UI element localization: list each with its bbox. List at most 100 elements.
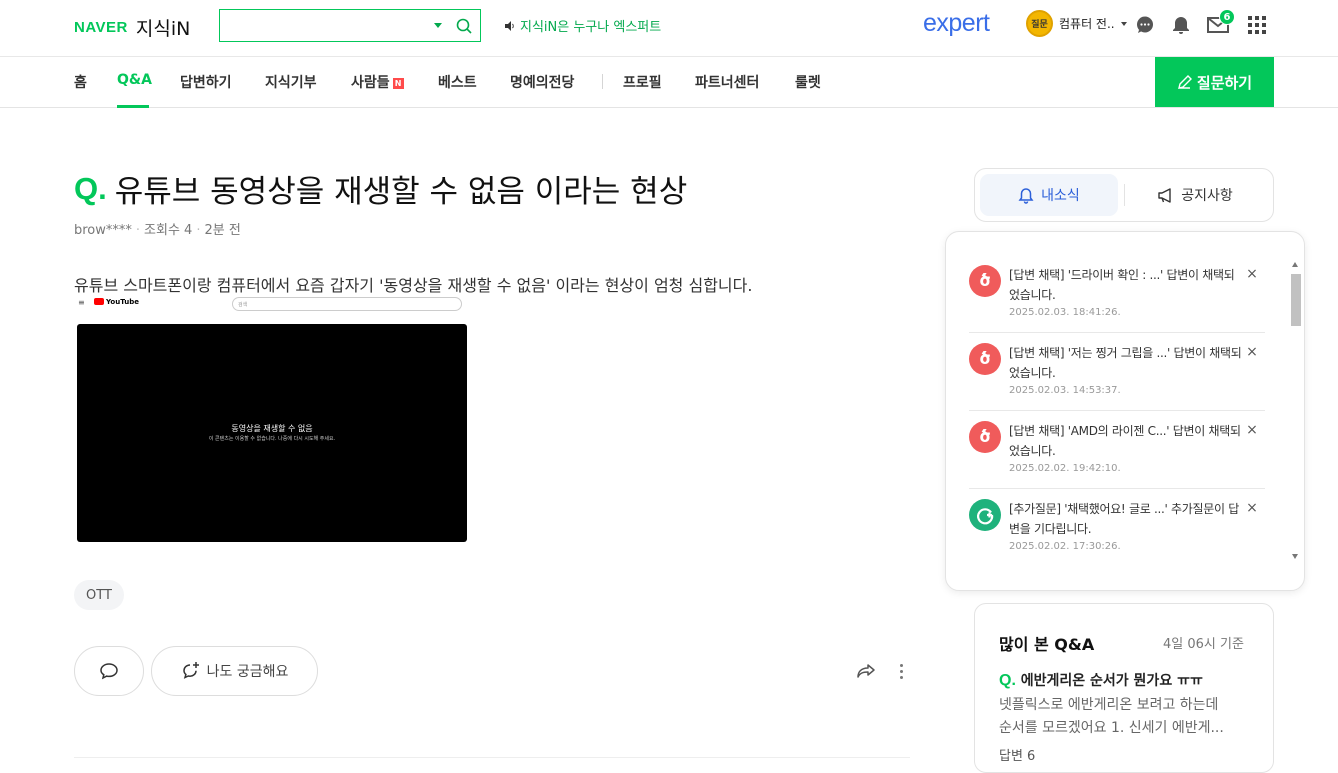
megaphone-icon xyxy=(1158,187,1171,203)
ask-question-button[interactable]: 질문하기 xyxy=(1155,57,1274,107)
curious-too-button[interactable]: 나도 궁금해요 xyxy=(151,646,318,696)
close-icon[interactable]: × xyxy=(1245,423,1259,437)
popular-question-link[interactable]: Q. 에반게리온 순서가 뭔가요 ㅠㅠ xyxy=(999,670,1203,690)
nav-people[interactable]: 사람들 N xyxy=(351,72,404,92)
search-icon[interactable] xyxy=(455,17,473,35)
meta-separator: · xyxy=(135,223,141,238)
notification-text[interactable]: [답변 채택] 'AMD의 라이젠 C...' 답변이 채택되었습니다. xyxy=(1009,421,1245,461)
popular-qna-card: 많이 본 Q&A 4일 06시 기준 Q. 에반게리온 순서가 뭔가요 ㅠㅠ 넷… xyxy=(974,603,1274,773)
close-icon[interactable]: × xyxy=(1245,345,1259,359)
meta-separator: · xyxy=(196,223,201,238)
profile-menu[interactable]: 질문 컴퓨터 전.. xyxy=(1026,10,1127,37)
notification-date: 2025.02.02. 17:30:26. xyxy=(1009,541,1121,552)
tab-my-news[interactable]: 내소식 xyxy=(980,174,1118,216)
notification-date: 2025.02.02. 19:42:10. xyxy=(1009,463,1121,474)
chat-icon[interactable] xyxy=(1134,14,1156,36)
tab-notice[interactable]: 공지사항 xyxy=(1125,174,1265,216)
top-header: NAVER 지식iN 지식iN은 누구나 엑스퍼트 expert 질문 컴퓨터 … xyxy=(0,0,1338,57)
popular-question-title[interactable]: 에반게리온 순서가 뭔가요 ㅠㅠ xyxy=(1021,673,1203,689)
close-icon[interactable]: × xyxy=(1245,501,1259,515)
youtube-topbar: ≡ YouTube 검색 xyxy=(74,295,474,315)
close-icon[interactable]: × xyxy=(1245,267,1259,281)
mail-count-badge: 6 xyxy=(1219,9,1235,25)
naver-logo[interactable]: NAVER xyxy=(74,19,128,36)
popular-question-desc[interactable]: 넷플릭스로 에반게리온 보려고 하는데 순서를 모르겠어요 1. 신세기 에반게… xyxy=(999,694,1251,740)
question-title: Q. 유튜브 동영상을 재생할 수 없음 이라는 현상 xyxy=(74,166,687,211)
share-icon[interactable] xyxy=(855,660,877,682)
logo[interactable]: NAVER 지식iN xyxy=(74,14,190,41)
scrollbar-thumb[interactable] xyxy=(1291,274,1301,326)
comment-icon xyxy=(100,663,118,680)
ask-question-label[interactable]: 질문하기 xyxy=(1197,72,1252,93)
followup-question-icon xyxy=(969,499,1001,531)
chevron-down-icon[interactable] xyxy=(1120,21,1127,26)
attached-screenshot[interactable]: ≡ YouTube 검색 동영상을 재생할 수 없음 이 콘텐츠는 이용할 수 … xyxy=(74,295,474,545)
youtube-logo: YouTube xyxy=(94,298,139,306)
notification-text[interactable]: [답변 채택] '드라이버 확인 : ...' 답변이 채택되었습니다. xyxy=(1009,265,1245,305)
expert-promo-link[interactable]: 지식iN은 누구나 엑스퍼트 xyxy=(504,16,661,35)
notification-item[interactable]: ծ [답변 채택] '드라이버 확인 : ...' 답변이 채택되었습니다. 2… xyxy=(969,255,1265,333)
adopt-icon: ծ xyxy=(969,343,1001,375)
adopt-icon: ծ xyxy=(969,421,1001,453)
scroll-up-arrow-icon[interactable] xyxy=(1292,262,1298,267)
nav-people-label[interactable]: 사람들 xyxy=(351,75,390,91)
video-player: 동영상을 재생할 수 없음 이 콘텐츠는 이용할 수 없습니다. 나중에 다시 … xyxy=(77,324,467,542)
pencil-icon xyxy=(1177,74,1192,89)
kin-logo[interactable]: 지식iN xyxy=(136,14,190,41)
notification-item[interactable]: ծ [답변 채택] 'AMD의 라이젠 C...' 답변이 채택되었습니다. 2… xyxy=(969,411,1265,489)
youtube-play-icon xyxy=(94,298,104,305)
mail-icon[interactable]: 6 xyxy=(1207,9,1235,36)
youtube-logo-text: YouTube xyxy=(106,298,139,306)
question-title-text: 유튜브 동영상을 재생할 수 없음 이라는 현상 xyxy=(114,174,688,210)
scroll-down-arrow-icon[interactable] xyxy=(1292,554,1298,559)
nav-roulette[interactable]: 룰렛 xyxy=(795,72,821,92)
author-name[interactable]: brow**** xyxy=(74,223,132,238)
comment-button[interactable] xyxy=(74,646,144,696)
popular-question-desc-line[interactable]: 순서를 모르겠어요 1. 신세기 에반게... xyxy=(999,717,1251,740)
notification-text[interactable]: [추가질문] '채택했어요! 글로 ...' 추가질문이 답변을 기다립니다. xyxy=(1009,499,1245,539)
promo-text[interactable]: 지식iN은 누구나 엑스퍼트 xyxy=(520,16,661,35)
curious-too-label[interactable]: 나도 궁금해요 xyxy=(207,661,289,681)
nav-hall-of-fame[interactable]: 명예의전당 xyxy=(510,72,574,92)
nav-qna[interactable]: Q&A xyxy=(117,72,152,88)
search-input[interactable] xyxy=(226,16,426,36)
notification-panel: ծ [답변 채택] '드라이버 확인 : ...' 답변이 채택되었습니다. 2… xyxy=(945,231,1305,591)
popular-answer-count: 답변 6 xyxy=(999,749,1036,764)
avatar[interactable]: 질문 xyxy=(1026,10,1053,37)
youtube-search-box: 검색 xyxy=(232,297,462,311)
nav-home[interactable]: 홈 xyxy=(74,72,87,92)
tab-my-news-label[interactable]: 내소식 xyxy=(1041,185,1080,205)
nav-partner-center[interactable]: 파트너센터 xyxy=(695,72,759,92)
nav-donate[interactable]: 지식기부 xyxy=(265,72,317,92)
section-divider xyxy=(74,757,910,763)
question-mark: Q. xyxy=(999,672,1016,689)
notification-item[interactable]: ծ [답변 채택] '저는 찡거 그립을 ...' 답변이 채택되었습니다. 2… xyxy=(969,333,1265,411)
avatar-badge-text: 질문 xyxy=(1031,20,1048,30)
notification-scrollbar[interactable] xyxy=(1289,258,1303,566)
profile-name[interactable]: 컴퓨터 전.. xyxy=(1059,15,1115,32)
expert-logo[interactable]: expert xyxy=(923,9,990,38)
bell-icon[interactable] xyxy=(1170,14,1192,36)
question-meta: brow**** · 조회수 4 · 2분 전 xyxy=(74,219,241,238)
playback-error-subtitle: 이 콘텐츠는 이용할 수 없습니다. 나중에 다시 시도해 주세요. xyxy=(208,436,336,442)
nav-answer[interactable]: 답변하기 xyxy=(180,72,232,92)
popular-question-desc-line[interactable]: 넷플릭스로 에반게리온 보려고 하는데 xyxy=(999,694,1251,717)
search-option-dropdown-icon[interactable] xyxy=(434,23,442,28)
question-mark: Q. xyxy=(74,170,107,206)
nav-best[interactable]: 베스트 xyxy=(438,72,477,92)
main-nav: 홈 Q&A 답변하기 지식기부 사람들 N 베스트 명예의전당 프로필 파트너센터… xyxy=(0,57,1338,108)
apps-grid-icon[interactable] xyxy=(1246,14,1268,36)
youtube-search-text: 검색 xyxy=(238,302,248,308)
notification-item[interactable]: [추가질문] '채택했어요! 글로 ...' 추가질문이 답변을 기다립니다. … xyxy=(969,489,1265,567)
speaker-icon xyxy=(505,20,514,31)
notification-date: 2025.02.03. 14:53:37. xyxy=(1009,385,1121,396)
nav-profile[interactable]: 프로필 xyxy=(623,72,662,92)
curious-icon xyxy=(182,662,199,679)
post-time: 2분 전 xyxy=(204,223,241,238)
topic-tag[interactable]: OTT xyxy=(74,580,124,610)
more-options-icon[interactable] xyxy=(893,660,909,682)
tab-notice-label[interactable]: 공지사항 xyxy=(1181,185,1233,205)
notification-text[interactable]: [답변 채택] '저는 찡거 그립을 ...' 답변이 채택되었습니다. xyxy=(1009,343,1245,383)
notification-date: 2025.02.03. 18:41:26. xyxy=(1009,307,1121,318)
active-tab-indicator xyxy=(117,105,149,108)
